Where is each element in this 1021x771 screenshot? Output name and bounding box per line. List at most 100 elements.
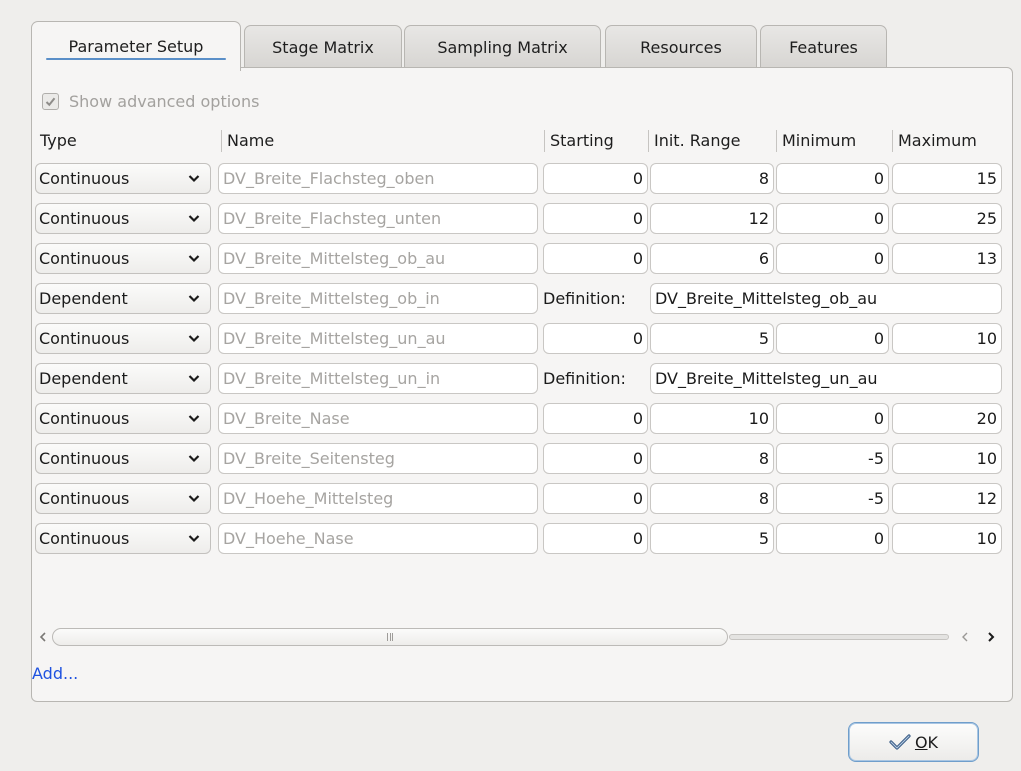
maximum-field[interactable]: 15 <box>892 163 1002 194</box>
tab-resources[interactable]: Resources <box>605 25 757 68</box>
minimum-field[interactable]: 0 <box>776 523 889 554</box>
minimum-field[interactable]: 0 <box>776 403 889 434</box>
init-range-field[interactable]: 12 <box>650 203 774 234</box>
add-parameter-link[interactable]: Add... <box>32 664 78 683</box>
maximum-field[interactable]: 20 <box>892 403 1002 434</box>
type-select-value: Continuous <box>39 169 130 188</box>
init-range-field[interactable]: 8 <box>650 163 774 194</box>
tab-features[interactable]: Features <box>760 25 887 68</box>
maximum-field[interactable]: 13 <box>892 243 1002 274</box>
definition-field[interactable]: DV_Breite_Mittelsteg_ob_au <box>650 283 1002 314</box>
type-select[interactable]: Continuous <box>35 323 211 354</box>
horizontal-scrollbar[interactable] <box>35 626 1009 648</box>
parameter-name-field[interactable]: DV_Breite_Mittelsteg_un_in <box>218 363 538 394</box>
type-select-value: Continuous <box>39 249 130 268</box>
minimum-field[interactable]: 0 <box>776 323 889 354</box>
table-row: Continuous DV_Hoehe_Mittelsteg 0 8 -5 12 <box>32 483 1014 514</box>
maximum-field[interactable]: 12 <box>892 483 1002 514</box>
show-advanced-checkbox[interactable] <box>42 93 59 110</box>
table-row: Continuous DV_Breite_Flachsteg_oben 0 8 0 15 <box>32 163 1014 194</box>
minimum-field[interactable]: 0 <box>776 163 889 194</box>
minimum-field[interactable]: -5 <box>776 443 889 474</box>
show-advanced-options[interactable]: Show advanced options <box>42 92 259 111</box>
type-select[interactable]: Continuous <box>35 523 211 554</box>
definition-field[interactable]: DV_Breite_Mittelsteg_un_au <box>650 363 1002 394</box>
minimum-field[interactable]: 0 <box>776 243 889 274</box>
maximum-field[interactable]: 10 <box>892 443 1002 474</box>
starting-field[interactable]: 0 <box>543 323 648 354</box>
starting-field[interactable]: 0 <box>543 243 648 274</box>
chevron-down-icon <box>188 535 200 543</box>
type-select[interactable]: Continuous <box>35 163 211 194</box>
tab-label: Resources <box>640 37 722 57</box>
init-range-field[interactable]: 8 <box>650 443 774 474</box>
init-range-field[interactable]: 6 <box>650 243 774 274</box>
parameter-name-field[interactable]: DV_Breite_Nase <box>218 403 538 434</box>
type-select[interactable]: Continuous <box>35 403 211 434</box>
init-range-field[interactable]: 10 <box>650 403 774 434</box>
scroll-left-icon[interactable] <box>37 626 49 648</box>
type-select[interactable]: Continuous <box>35 243 211 274</box>
starting-field[interactable]: 0 <box>543 483 648 514</box>
starting-field[interactable]: 0 <box>543 443 648 474</box>
table-header: Type Name Starting Init. Range Minimum M… <box>32 128 1012 154</box>
checkmark-icon <box>889 734 911 750</box>
chevron-down-icon <box>188 215 200 223</box>
type-select-value: Continuous <box>39 489 130 508</box>
type-select[interactable]: Continuous <box>35 203 211 234</box>
table-row: Dependent DV_Breite_Mittelsteg_un_in Defin… <box>32 363 1014 394</box>
type-select[interactable]: Dependent <box>35 283 211 314</box>
starting-field[interactable]: 0 <box>543 163 648 194</box>
chevron-down-icon <box>188 255 200 263</box>
column-header-type[interactable]: Type <box>35 130 215 152</box>
init-range-field[interactable]: 5 <box>650 323 774 354</box>
scrollbar-track[interactable] <box>729 634 949 640</box>
type-select[interactable]: Continuous <box>35 483 211 514</box>
parameter-name-field[interactable]: DV_Breite_Mittelsteg_ob_au <box>218 243 538 274</box>
column-header-minimum[interactable]: Minimum <box>776 130 891 152</box>
tab-stage-matrix[interactable]: Stage Matrix <box>244 25 402 68</box>
maximum-field[interactable]: 10 <box>892 323 1002 354</box>
show-advanced-label: Show advanced options <box>69 92 260 111</box>
checkmark-icon <box>45 97 56 107</box>
parameter-name-field[interactable]: DV_Breite_Mittelsteg_un_au <box>218 323 538 354</box>
table-row: Continuous DV_Breite_Nase 0 10 0 20 <box>32 403 1014 434</box>
tab-sampling-matrix[interactable]: Sampling Matrix <box>404 25 601 68</box>
starting-field[interactable]: 0 <box>543 203 648 234</box>
type-select[interactable]: Dependent <box>35 363 211 394</box>
scroll-left-small-icon[interactable] <box>959 626 971 648</box>
parameter-name-field[interactable]: DV_Breite_Seitensteg <box>218 443 538 474</box>
maximum-field[interactable]: 25 <box>892 203 1002 234</box>
column-header-init-range[interactable]: Init. Range <box>648 130 774 152</box>
tab-label: Stage Matrix <box>272 37 374 57</box>
init-range-field[interactable]: 8 <box>650 483 774 514</box>
parameter-name-field[interactable]: DV_Hoehe_Nase <box>218 523 538 554</box>
parameter-name-field[interactable]: DV_Breite_Flachsteg_unten <box>218 203 538 234</box>
type-select-value: Dependent <box>39 369 128 388</box>
column-header-name[interactable]: Name <box>221 130 540 152</box>
tab-parameter-setup[interactable]: Parameter Setup <box>31 21 241 71</box>
column-header-starting[interactable]: Starting <box>544 130 644 152</box>
chevron-down-icon <box>188 335 200 343</box>
type-select-value: Continuous <box>39 329 130 348</box>
chevron-down-icon <box>188 495 200 503</box>
parameter-name-field[interactable]: DV_Breite_Mittelsteg_ob_in <box>218 283 538 314</box>
starting-field[interactable]: 0 <box>543 523 648 554</box>
column-header-maximum[interactable]: Maximum <box>892 130 1012 152</box>
parameter-name-field[interactable]: DV_Hoehe_Mittelsteg <box>218 483 538 514</box>
tab-label: Parameter Setup <box>68 37 204 56</box>
maximum-field[interactable]: 10 <box>892 523 1002 554</box>
parameter-name-field[interactable]: DV_Breite_Flachsteg_oben <box>218 163 538 194</box>
ok-mnemonic: O <box>914 732 928 752</box>
init-range-field[interactable]: 5 <box>650 523 774 554</box>
ok-button[interactable]: OK <box>848 722 979 762</box>
type-select[interactable]: Continuous <box>35 443 211 474</box>
starting-field[interactable]: 0 <box>543 403 648 434</box>
minimum-field[interactable]: -5 <box>776 483 889 514</box>
minimum-field[interactable]: 0 <box>776 203 889 234</box>
tab-label: Sampling Matrix <box>437 37 568 57</box>
scroll-right-icon[interactable] <box>985 626 997 648</box>
type-select-value: Continuous <box>39 529 130 548</box>
scrollbar-thumb[interactable] <box>52 628 728 646</box>
chevron-down-icon <box>188 295 200 303</box>
